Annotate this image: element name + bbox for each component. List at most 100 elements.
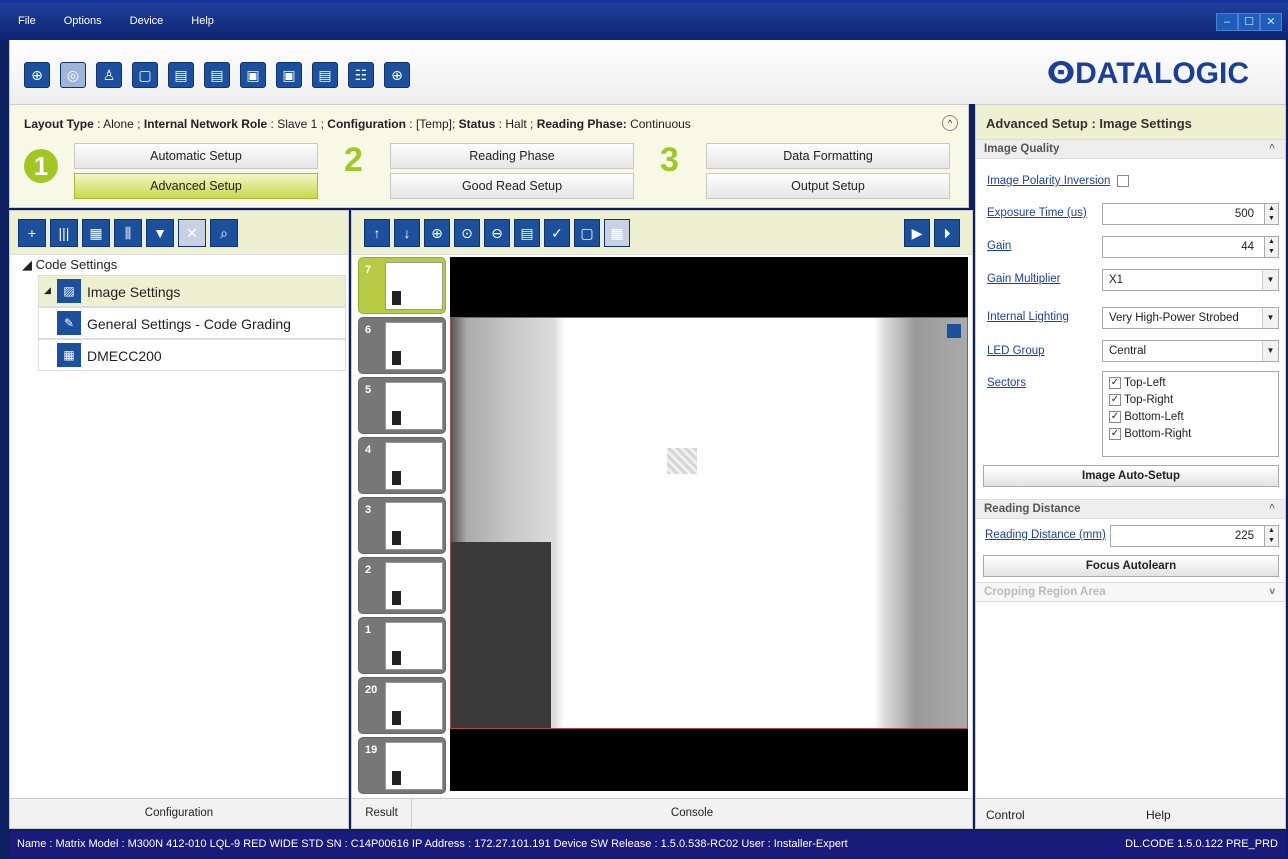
configuration-tab[interactable]: Configuration bbox=[10, 798, 348, 828]
maximize-button[interactable]: ☐ bbox=[1238, 13, 1260, 31]
tab-console[interactable]: Console bbox=[412, 799, 972, 829]
layout-icon[interactable]: ▢ bbox=[132, 62, 158, 88]
reading-distance-section[interactable]: Reading Distance ^ bbox=[976, 499, 1285, 519]
export-icon[interactable]: ▣ bbox=[276, 62, 302, 88]
sector-top-right[interactable]: ✓ Top-Right bbox=[1109, 394, 1272, 406]
arrow-up-icon[interactable]: ↑ bbox=[364, 219, 390, 247]
tab-help[interactable]: Help bbox=[1146, 808, 1171, 822]
zoom-fit-icon[interactable]: ⊙ bbox=[454, 219, 480, 247]
tree-root-code-settings[interactable]: ◢ Code Settings bbox=[22, 257, 117, 273]
zoom-out-icon[interactable]: ⊖ bbox=[484, 219, 510, 247]
thumbnail[interactable]: 4 bbox=[358, 437, 446, 494]
device-download-icon[interactable]: ▤ bbox=[168, 62, 194, 88]
menu-help[interactable]: Help bbox=[191, 15, 214, 27]
step-forward-icon[interactable]: ⏵ bbox=[934, 219, 960, 247]
expand-icon[interactable]: ◢ bbox=[44, 285, 51, 296]
play-icon[interactable]: ▶ bbox=[904, 219, 930, 247]
tree-item-general-settings[interactable]: ✎ General Settings - Code Grading bbox=[38, 307, 346, 339]
reading-distance-field[interactable]: 225 ▲ ▼ bbox=[1110, 525, 1279, 547]
sector-bottom-left[interactable]: ✓ Bottom-Left bbox=[1109, 411, 1272, 423]
cropping-region-section[interactable]: Cropping Region Area v bbox=[976, 582, 1285, 602]
device-upload-icon[interactable]: ▤ bbox=[204, 62, 230, 88]
checkbox-checked-icon[interactable]: ✓ bbox=[1109, 394, 1121, 407]
thumbnail[interactable]: 1 bbox=[358, 617, 446, 674]
sector-bottom-right[interactable]: ✓ Bottom-Right bbox=[1109, 428, 1272, 440]
chevron-up-icon[interactable]: ^ bbox=[1269, 503, 1275, 514]
spinner-icon[interactable]: ▲ ▼ bbox=[1264, 204, 1278, 224]
spinner-icon[interactable]: ▲ ▼ bbox=[1264, 237, 1278, 257]
tab-result[interactable]: Result bbox=[352, 799, 412, 829]
collapse-icon[interactable]: ^ bbox=[942, 115, 958, 131]
delete-icon[interactable]: ✕ bbox=[178, 219, 206, 247]
reading-distance-label[interactable]: Reading Distance (mm) bbox=[985, 529, 1106, 541]
image-auto-setup-button[interactable]: Image Auto-Setup bbox=[983, 465, 1279, 487]
tree-item-dmecc200[interactable]: ▦ DMECC200 bbox=[38, 339, 346, 371]
menu-file[interactable]: File bbox=[18, 15, 36, 27]
data-formatting-button[interactable]: Data Formatting bbox=[706, 143, 950, 169]
gain-label[interactable]: Gain bbox=[987, 240, 1011, 252]
sector-top-left[interactable]: ✓ Top-Left bbox=[1109, 377, 1272, 389]
zoom-in-icon[interactable]: ⊕ bbox=[424, 219, 450, 247]
thumbnail[interactable]: 5 bbox=[358, 377, 446, 434]
output-setup-button[interactable]: Output Setup bbox=[706, 173, 950, 199]
led-group-label[interactable]: LED Group bbox=[987, 345, 1045, 357]
polarity-inversion-checkbox[interactable] bbox=[1117, 175, 1129, 187]
thumbnail[interactable]: 2 bbox=[358, 557, 446, 614]
settings-icon[interactable]: ☷ bbox=[348, 62, 374, 88]
thumbnail[interactable]: 19 bbox=[358, 737, 446, 794]
dropdown-icon[interactable]: ▼ bbox=[1262, 341, 1278, 361]
sectors-label[interactable]: Sectors bbox=[987, 377, 1026, 389]
user-icon[interactable]: ♙ bbox=[96, 62, 122, 88]
exposure-time-field[interactable]: 500 ▲ ▼ bbox=[1102, 203, 1279, 225]
thumbnail[interactable]: 3 bbox=[358, 497, 446, 554]
image-quality-section[interactable]: Image Quality ^ bbox=[976, 139, 1285, 159]
thumbnail[interactable]: 7 bbox=[358, 257, 446, 314]
internal-lighting-label[interactable]: Internal Lighting bbox=[987, 311, 1069, 323]
automatic-setup-button[interactable]: Automatic Setup bbox=[74, 143, 318, 169]
exposure-time-label[interactable]: Exposure Time (us) bbox=[987, 207, 1087, 219]
tree-item-image-settings[interactable]: ◢ ▨ Image Settings bbox=[38, 275, 346, 307]
checkbox-checked-icon[interactable]: ✓ bbox=[1109, 428, 1121, 441]
save-image-icon[interactable]: ▤ bbox=[514, 219, 540, 247]
chevron-down-icon[interactable]: v bbox=[1269, 586, 1275, 597]
check-icon[interactable]: ✓ bbox=[544, 219, 570, 247]
postal-code-icon[interactable]: ⫼ bbox=[114, 219, 142, 247]
focus-autolearn-button[interactable]: Focus Autolearn bbox=[983, 555, 1279, 577]
save-icon[interactable]: ▣ bbox=[240, 62, 266, 88]
gain-multiplier-select[interactable]: X1 ▼ bbox=[1102, 269, 1279, 291]
arrow-down-icon[interactable]: ↓ bbox=[394, 219, 420, 247]
polarity-inversion-label[interactable]: Image Polarity Inversion bbox=[987, 175, 1110, 187]
dropdown-icon[interactable]: ▼ bbox=[1262, 308, 1278, 328]
internal-lighting-select[interactable]: Very High-Power Strobed ▼ bbox=[1102, 307, 1279, 329]
barcode-icon[interactable]: ||| bbox=[50, 219, 78, 247]
filter-icon[interactable]: ▼ bbox=[146, 219, 174, 247]
datamatrix-icon[interactable]: ▦ bbox=[82, 219, 110, 247]
minimize-button[interactable]: – bbox=[1216, 13, 1238, 31]
thumbnail[interactable]: 20 bbox=[358, 677, 446, 734]
thumbnail[interactable]: 6 bbox=[358, 317, 446, 374]
gain-multiplier-label[interactable]: Gain Multiplier bbox=[987, 273, 1061, 285]
captured-image-view[interactable] bbox=[450, 257, 968, 791]
advanced-setup-button[interactable]: Advanced Setup bbox=[74, 173, 318, 199]
camera-icon[interactable]: ◎ bbox=[60, 62, 86, 88]
led-group-select[interactable]: Central ▼ bbox=[1102, 340, 1279, 362]
menu-device[interactable]: Device bbox=[130, 15, 164, 27]
close-button[interactable]: ✕ bbox=[1260, 13, 1282, 31]
monitor-icon[interactable]: ▤ bbox=[312, 62, 338, 88]
frame-icon[interactable]: ▢ bbox=[574, 219, 600, 247]
reading-phase-button[interactable]: Reading Phase bbox=[390, 143, 634, 169]
target-icon[interactable]: ⊕ bbox=[384, 62, 410, 88]
tab-control[interactable]: Control bbox=[986, 808, 1025, 822]
crosshair-icon[interactable]: ⊕ bbox=[24, 62, 50, 88]
dropdown-icon[interactable]: ▼ bbox=[1262, 270, 1278, 290]
menu-options[interactable]: Options bbox=[64, 15, 102, 27]
search-icon[interactable]: ⌕ bbox=[210, 219, 238, 247]
good-read-setup-button[interactable]: Good Read Setup bbox=[390, 173, 634, 199]
gain-field[interactable]: 44 ▲ ▼ bbox=[1102, 236, 1279, 258]
grid-icon[interactable]: ▦ bbox=[604, 219, 630, 247]
add-icon[interactable]: + bbox=[18, 219, 46, 247]
chevron-up-icon[interactable]: ^ bbox=[1269, 143, 1275, 154]
checkbox-checked-icon[interactable]: ✓ bbox=[1109, 411, 1121, 424]
checkbox-checked-icon[interactable]: ✓ bbox=[1109, 377, 1121, 389]
spinner-icon[interactable]: ▲ ▼ bbox=[1264, 526, 1278, 546]
